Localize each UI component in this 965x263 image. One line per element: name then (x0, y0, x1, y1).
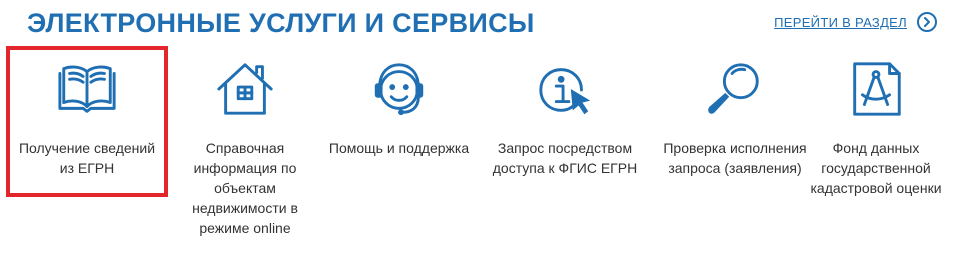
service-label: Получение сведений из ЕГРН (18, 140, 156, 176)
service-label: Помощь и поддержка (328, 140, 470, 156)
service-label: Запрос посредством доступа к ФГИС ЕГРН (492, 140, 638, 176)
drafting-compass-document-icon (853, 62, 901, 116)
support-headset-icon (374, 63, 424, 116)
service-label: Фонд данных государственной кадастровой … (810, 140, 942, 196)
book-icon (58, 65, 116, 113)
services-grid: Получение сведений из ЕГРН Справочная ин… (0, 0, 965, 263)
info-cursor-icon (539, 68, 591, 115)
house-icon (217, 63, 273, 115)
magnifier-icon (708, 63, 759, 114)
service-label: Проверка исполнения запроса (заявления) (663, 140, 807, 176)
service-label: Справочная информация по объектам недвиж… (192, 140, 298, 236)
